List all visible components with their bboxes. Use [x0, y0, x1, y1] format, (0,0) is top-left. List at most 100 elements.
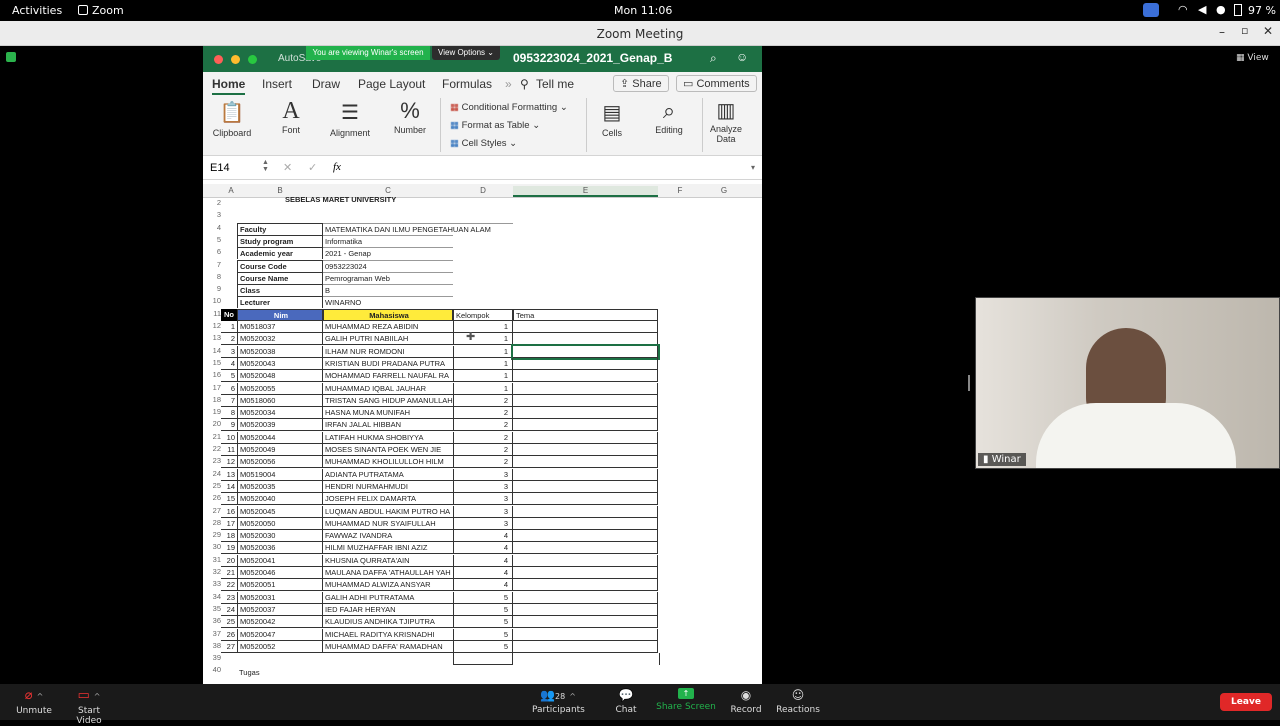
row-number[interactable]: 11	[203, 309, 221, 318]
student-tema[interactable]	[513, 567, 658, 579]
cancel-icon[interactable]: ✕	[283, 161, 292, 174]
student-tema[interactable]	[513, 419, 658, 432]
student-tema[interactable]	[513, 321, 658, 333]
video-options-icon[interactable]: ^	[94, 692, 101, 701]
student-tema[interactable]	[513, 603, 658, 616]
start-video-button[interactable]: ▭ ^ Start Video	[64, 688, 114, 726]
student-tema[interactable]	[513, 394, 658, 407]
mac-zoom-icon[interactable]	[248, 55, 257, 64]
student-tema[interactable]	[513, 357, 658, 370]
view-options-button[interactable]: View Options ⌄	[432, 46, 500, 60]
row-number[interactable]: 27	[203, 506, 221, 515]
row-number[interactable]: 8	[203, 272, 221, 281]
name-box[interactable]: E14	[210, 162, 230, 174]
formula-input[interactable]	[351, 159, 751, 179]
mac-minimize-icon[interactable]	[231, 55, 240, 64]
student-tema[interactable]	[513, 468, 658, 481]
row-number[interactable]: 34	[203, 592, 221, 601]
row-number[interactable]: 22	[203, 444, 221, 453]
app-menu[interactable]: Zoom	[92, 4, 124, 17]
participant-video[interactable]: ▮ Winar	[975, 297, 1280, 469]
student-tema[interactable]	[513, 616, 658, 629]
tab-home[interactable]: Home	[212, 77, 246, 95]
row-number[interactable]: 29	[203, 530, 221, 539]
student-tema[interactable]	[513, 640, 658, 653]
maximize-button[interactable]: ▫	[1241, 24, 1248, 37]
student-tema[interactable]	[513, 517, 658, 530]
tab-draw[interactable]: Draw	[312, 77, 340, 91]
row-number[interactable]: 39	[203, 653, 221, 662]
format-as-table-button[interactable]: ▦ Format as Table ⌄	[450, 120, 540, 131]
row-number[interactable]: 5	[203, 235, 221, 244]
record-button[interactable]: ◉ Record	[727, 688, 765, 715]
row-number[interactable]: 31	[203, 555, 221, 564]
tab-page-layout[interactable]: Page Layout	[358, 77, 425, 91]
number-group[interactable]: % Number	[391, 98, 429, 135]
function-button[interactable]: fx	[333, 161, 341, 173]
row-number[interactable]: 4	[203, 223, 221, 232]
student-tema[interactable]	[513, 628, 658, 641]
student-tema[interactable]	[513, 407, 658, 420]
student-tema[interactable]	[513, 431, 658, 444]
row-number[interactable]: 12	[203, 321, 221, 330]
student-tema[interactable]	[513, 333, 658, 346]
row-number[interactable]: 23	[203, 456, 221, 465]
student-tema[interactable]	[513, 456, 658, 469]
row-number[interactable]: 21	[203, 432, 221, 441]
mac-close-icon[interactable]	[214, 55, 223, 64]
student-tema[interactable]	[513, 444, 658, 456]
participants-options-icon[interactable]: ^	[569, 692, 576, 701]
row-number[interactable]: 7	[203, 260, 221, 269]
view-button[interactable]: ▦ View	[1236, 53, 1269, 63]
row-number[interactable]: 6	[203, 247, 221, 256]
profile-icon[interactable]: ☺	[736, 50, 748, 64]
row-number[interactable]: 15	[203, 358, 221, 367]
row-number[interactable]: 24	[203, 469, 221, 478]
reactions-button[interactable]: ☺ Reactions	[774, 688, 822, 715]
unmute-button[interactable]: ⌀ ^ Unmute	[14, 688, 54, 716]
tab-formulas[interactable]: Formulas	[442, 77, 492, 91]
column-header-f[interactable]: F	[658, 186, 702, 195]
tab-insert[interactable]: Insert	[262, 77, 292, 91]
student-tema[interactable]	[513, 542, 658, 555]
row-number[interactable]: 35	[203, 604, 221, 613]
cell-styles-button[interactable]: ▦ Cell Styles ⌄	[450, 138, 517, 149]
row-number[interactable]: 26	[203, 493, 221, 502]
row-number[interactable]: 2	[203, 198, 221, 207]
comments-button[interactable]: ▭ Comments	[676, 75, 757, 92]
student-tema[interactable]	[513, 505, 658, 518]
close-button[interactable]: ✕	[1263, 24, 1273, 38]
row-number[interactable]: 38	[203, 641, 221, 650]
row-number[interactable]: 32	[203, 567, 221, 576]
row-number[interactable]: 14	[203, 346, 221, 355]
student-tema[interactable]	[513, 554, 658, 567]
row-number[interactable]: 25	[203, 481, 221, 490]
row-number[interactable]: 17	[203, 383, 221, 392]
student-tema[interactable]	[513, 370, 658, 383]
share-screen-button[interactable]: ↑ Share Screen	[656, 688, 716, 712]
editing-group[interactable]: ⌕ Editing	[649, 98, 689, 135]
clipboard-group[interactable]: 📋 Clipboard	[211, 100, 253, 138]
cells-group[interactable]: ▤ Cells	[595, 100, 629, 138]
row-number[interactable]: 10	[203, 296, 221, 305]
conditional-formatting-button[interactable]: ▦ Conditional Formatting ⌄	[450, 102, 568, 113]
student-tema[interactable]	[513, 579, 658, 592]
row-number[interactable]: 18	[203, 395, 221, 404]
worksheet-grid[interactable]: 2 3 4 5 6 7 8 9 10 11 12 13 14 15 16 17 18 19 20 21 22 23 24 25…	[203, 195, 762, 684]
selected-cell-e14[interactable]	[511, 343, 660, 360]
row-number[interactable]: 16	[203, 370, 221, 379]
student-tema[interactable]	[513, 591, 658, 604]
tell-me-input[interactable]: Tell me	[536, 77, 574, 91]
row-number[interactable]: 19	[203, 407, 221, 416]
participants-button[interactable]: 👥28 ^ Participants	[532, 688, 585, 715]
row-number[interactable]: 28	[203, 518, 221, 527]
row-number[interactable]: 9	[203, 284, 221, 293]
row-number[interactable]: 33	[203, 579, 221, 588]
analyze-data-button[interactable]: ▥ Analyze Data	[706, 98, 746, 144]
audio-options-icon[interactable]: ^	[37, 692, 44, 701]
clock[interactable]: Mon 11:06	[614, 4, 672, 17]
student-tema[interactable]	[513, 382, 658, 395]
font-group[interactable]: A Font	[272, 98, 310, 135]
expand-formula-icon[interactable]: ▾	[751, 163, 755, 172]
row-number[interactable]: 3	[203, 210, 221, 219]
